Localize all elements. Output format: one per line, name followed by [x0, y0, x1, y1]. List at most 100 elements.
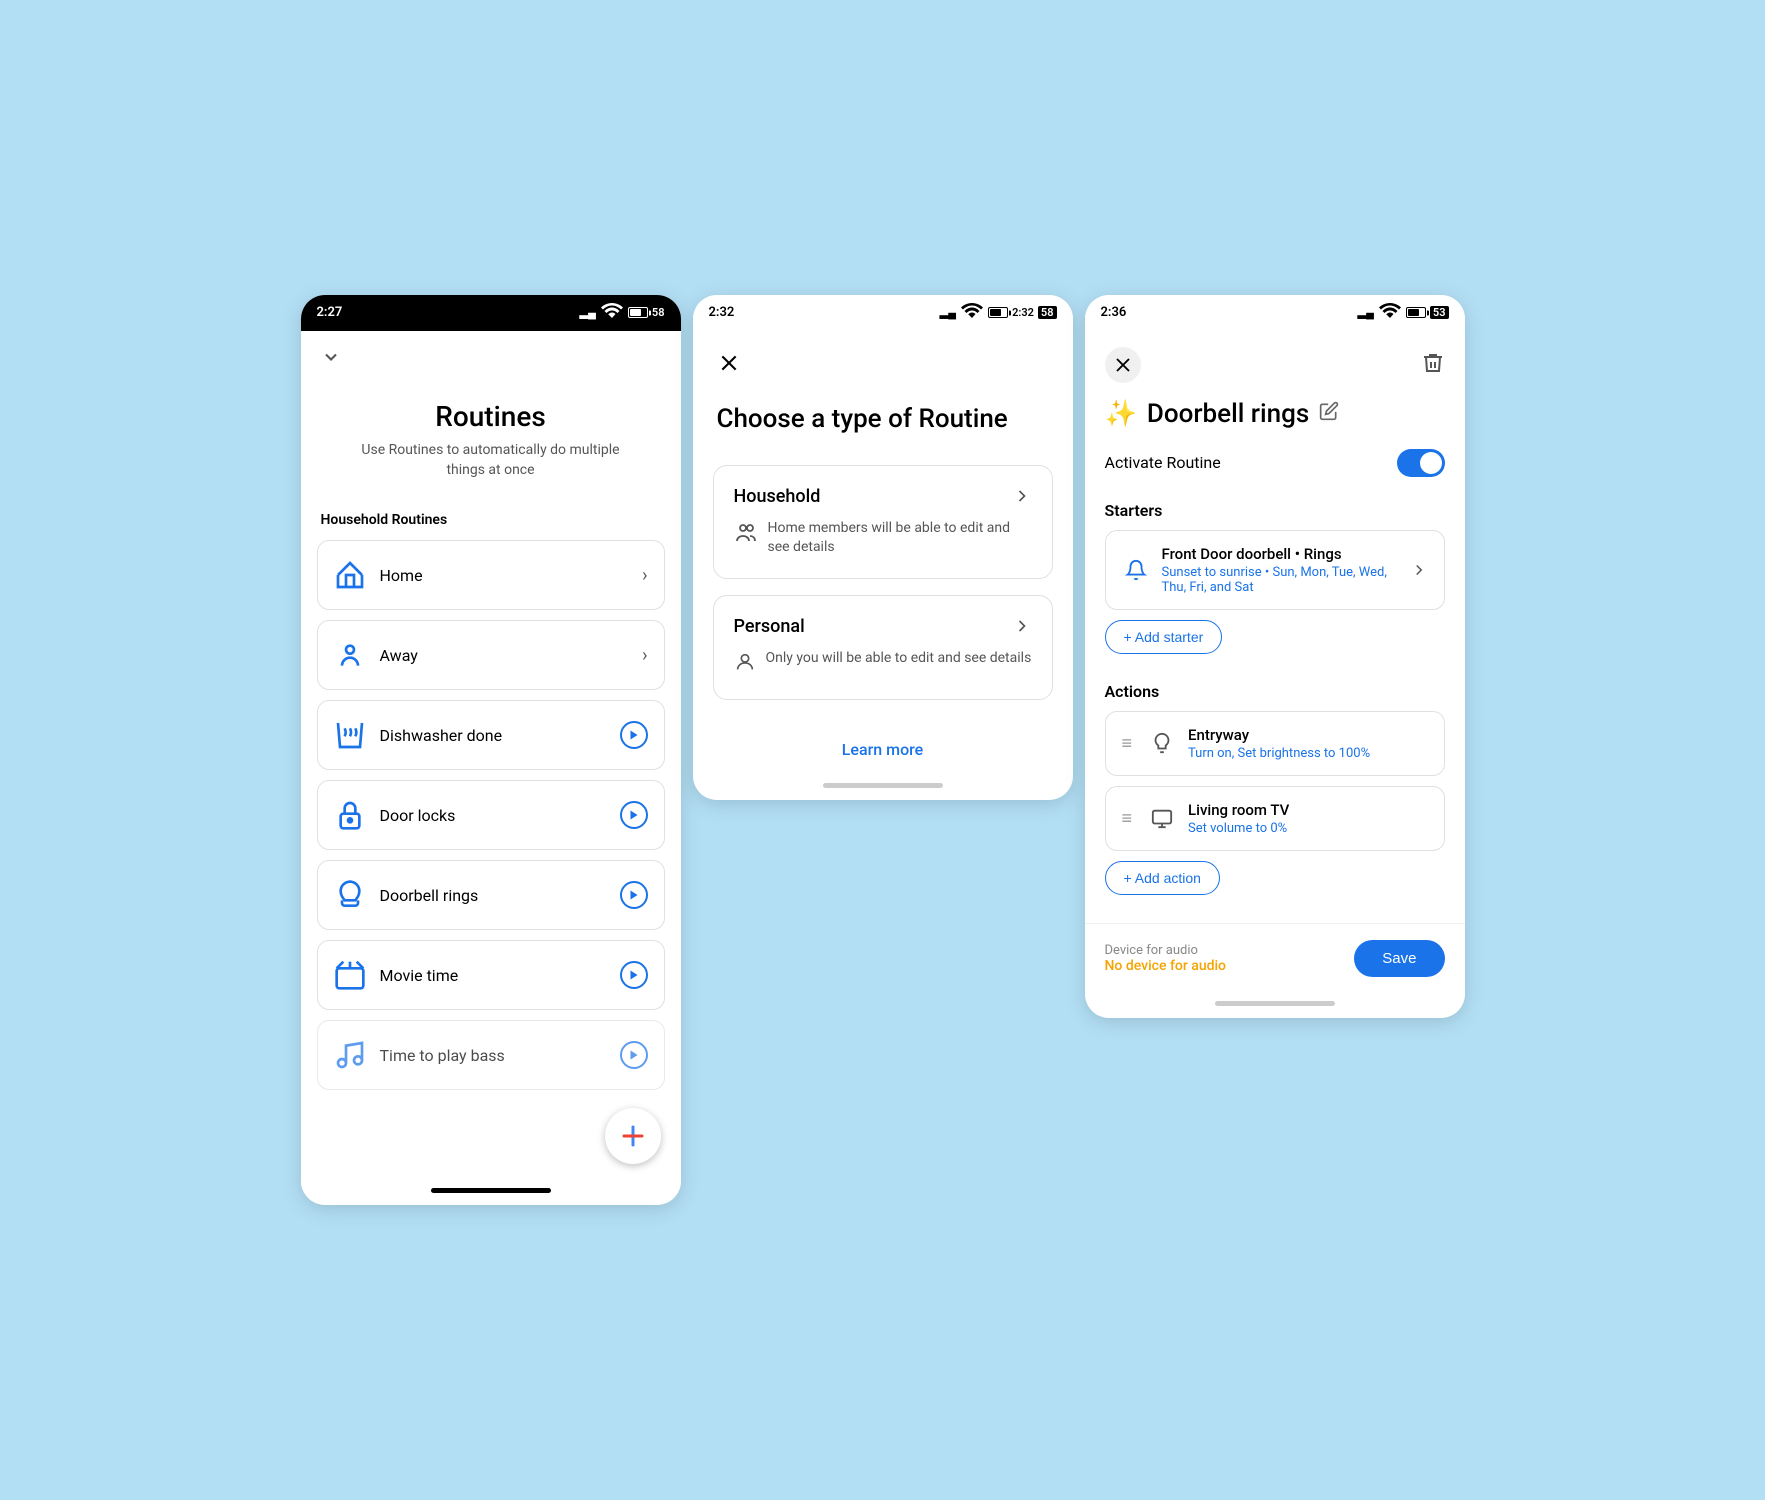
movie-routine-label: Movie time	[380, 966, 620, 985]
routines-subtitle: Use Routines to automatically do multipl…	[301, 441, 681, 504]
doorbell-title-row: ✨ Doorbell rings	[1105, 399, 1445, 429]
battery-icon-3	[1406, 307, 1426, 318]
routine-item-doorbell[interactable]: Doorbell rings	[317, 860, 665, 930]
routine-item-doorlocks[interactable]: Door locks	[317, 780, 665, 850]
movie-routine-icon	[334, 959, 366, 991]
home-routine-icon	[334, 559, 366, 591]
signal-icon-2: ▂▄	[940, 306, 956, 319]
personal-card[interactable]: Personal Only you will be able to edit a…	[713, 595, 1053, 700]
drag-handle-tv[interactable]: ≡	[1122, 808, 1133, 829]
doorlocks-play-icon[interactable]	[620, 801, 648, 829]
wifi-icon-2	[960, 301, 984, 325]
wifi-icon-1	[600, 301, 624, 325]
household-card[interactable]: Household Home members will be able to e…	[713, 465, 1053, 579]
dishwasher-play-icon[interactable]	[620, 721, 648, 749]
tv-info: Living room TV Set volume to 0%	[1188, 801, 1427, 836]
status-bar-1: 2:27 ▂▄ 58	[301, 295, 681, 331]
routine-item-bass[interactable]: Time to play bass	[317, 1020, 665, 1090]
learn-more-link[interactable]: Learn more	[693, 716, 1073, 775]
save-button[interactable]: Save	[1354, 940, 1444, 977]
status-icons-3: ▂▄ 53	[1358, 301, 1449, 325]
close-button-3[interactable]	[1105, 347, 1141, 383]
battery-num-3: 53	[1430, 306, 1449, 319]
edit-title-icon[interactable]	[1319, 401, 1339, 426]
starter-chevron-icon	[1410, 561, 1428, 579]
time-3: 2:36	[1101, 305, 1127, 320]
entryway-name: Entryway	[1188, 726, 1427, 744]
action-card-entryway[interactable]: ≡ Entryway Turn on, Set brightness to 10…	[1105, 711, 1445, 776]
battery-pct-2: 2:32	[1012, 306, 1034, 319]
status-icons-2: ▂▄ 2:32 58	[940, 301, 1057, 325]
time-1: 2:27	[317, 305, 343, 320]
home-routine-label: Home	[380, 566, 643, 585]
screen-routines: 2:27 ▂▄ 58 Routines Use Routines to auto…	[301, 295, 681, 1205]
trash-button[interactable]	[1421, 351, 1445, 379]
starter-info: Front Door doorbell • Rings Sunset to su…	[1162, 545, 1398, 595]
time-2: 2:32	[709, 305, 735, 320]
screen-choose-type: 2:32 ▂▄ 2:32 58 Choose a type of Routine…	[693, 295, 1073, 800]
bass-play-icon[interactable]	[620, 1041, 648, 1069]
starters-section-label: Starters	[1105, 489, 1445, 530]
tv-name: Living room TV	[1188, 801, 1427, 819]
battery-num-2: 58	[1038, 306, 1057, 319]
doorbell-play-icon[interactable]	[620, 881, 648, 909]
fab-area	[301, 1100, 681, 1180]
personal-desc-row: Only you will be able to edit and see de…	[734, 649, 1032, 679]
screen3-header	[1085, 331, 1465, 399]
starter-subtitle: Sunset to sunrise • Sun, Mon, Tue, Wed, …	[1162, 565, 1398, 595]
entryway-info: Entryway Turn on, Set brightness to 100%	[1188, 726, 1427, 761]
doorlocks-routine-label: Door locks	[380, 806, 620, 825]
starter-card[interactable]: Front Door doorbell • Rings Sunset to su…	[1105, 530, 1445, 610]
household-people-icon	[734, 521, 758, 551]
dishwasher-routine-label: Dishwasher done	[380, 726, 620, 745]
activate-toggle[interactable]	[1397, 449, 1445, 477]
action-card-tv[interactable]: ≡ Living room TV Set volume to 0%	[1105, 786, 1445, 851]
battery-pct-1: 58	[652, 306, 665, 319]
entryway-light-icon	[1148, 729, 1176, 757]
household-desc-row: Home members will be able to edit and se…	[734, 519, 1032, 558]
add-routine-fab[interactable]	[605, 1108, 661, 1164]
chevron-down-icon[interactable]	[301, 331, 681, 380]
signal-icon-3: ▂▄	[1358, 306, 1374, 319]
movie-play-icon[interactable]	[620, 961, 648, 989]
personal-card-header: Personal	[734, 616, 1032, 637]
status-bar-2: 2:32 ▂▄ 2:32 58	[693, 295, 1073, 331]
add-starter-button[interactable]: + Add starter	[1105, 620, 1223, 654]
choose-type-title: Choose a type of Routine	[693, 395, 1073, 465]
battery-icon-1	[628, 307, 648, 318]
plus-icon	[619, 1122, 647, 1150]
household-chevron-icon	[1012, 486, 1032, 506]
household-title: Household	[734, 486, 821, 507]
status-icons-1: ▂▄ 58	[580, 301, 665, 325]
screen-doorbell-routine: 2:36 ▂▄ 53 ✨ Doorbell rings	[1085, 295, 1465, 1018]
home-indicator-1	[431, 1188, 551, 1193]
dishwasher-routine-icon	[334, 719, 366, 751]
device-audio-info: Device for audio No device for audio	[1105, 943, 1227, 974]
personal-desc: Only you will be able to edit and see de…	[766, 649, 1032, 669]
bass-routine-icon	[334, 1039, 366, 1071]
doorbell-routine-label: Doorbell rings	[380, 886, 620, 905]
screen1-content: Routines Use Routines to automatically d…	[301, 331, 681, 1193]
tv-subtitle: Set volume to 0%	[1188, 821, 1427, 836]
entryway-subtitle: Turn on, Set brightness to 100%	[1188, 746, 1427, 761]
status-bar-3: 2:36 ▂▄ 53	[1085, 295, 1465, 331]
starter-name: Front Door doorbell • Rings	[1162, 545, 1398, 563]
home-indicator-3	[1215, 1001, 1335, 1006]
doorbell-starter-icon	[1122, 556, 1150, 584]
household-section-label: Household Routines	[301, 504, 681, 540]
add-action-button[interactable]: + Add action	[1105, 861, 1220, 895]
drag-handle-entryway[interactable]: ≡	[1122, 733, 1133, 754]
signal-icon-1: ▂▄	[580, 306, 596, 319]
personal-title: Personal	[734, 616, 805, 637]
bass-routine-label: Time to play bass	[380, 1046, 620, 1065]
no-device-label: No device for audio	[1105, 958, 1227, 974]
close-button-2[interactable]	[713, 347, 745, 379]
routine-item-away[interactable]: Away ›	[317, 620, 665, 690]
routine-item-movie[interactable]: Movie time	[317, 940, 665, 1010]
away-routine-icon	[334, 639, 366, 671]
personal-person-icon	[734, 651, 756, 679]
routine-item-home[interactable]: Home ›	[317, 540, 665, 610]
personal-chevron-icon	[1012, 616, 1032, 636]
routine-item-dishwasher[interactable]: Dishwasher done	[317, 700, 665, 770]
routines-title: Routines	[301, 380, 681, 441]
